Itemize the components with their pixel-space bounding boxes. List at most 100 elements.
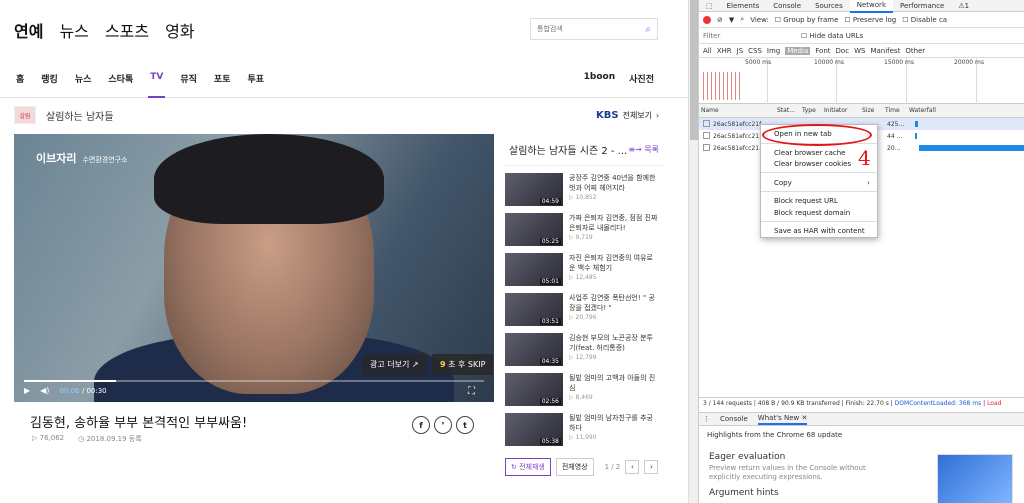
broadcaster-link[interactable]: KBS 전체보기 › xyxy=(596,110,659,121)
request-checkbox[interactable] xyxy=(703,120,710,127)
playlist-thumbnail[interactable]: 05:25 xyxy=(505,213,563,246)
column-header[interactable]: Waterfall xyxy=(909,107,936,114)
preserve-log-checkbox[interactable]: ☐ Preserve log xyxy=(844,16,896,24)
menu-item[interactable]: Clear browser cache xyxy=(774,149,846,157)
type-filter-xhr[interactable]: XHR xyxy=(717,47,732,55)
request-name[interactable]: 26ac581efcc21... xyxy=(713,133,765,140)
play-icon[interactable]: ▶ xyxy=(24,386,30,395)
scrollbar-thumb[interactable] xyxy=(690,0,698,140)
fullscreen-icon[interactable]: ⛶ xyxy=(468,386,475,397)
inspect-icon[interactable]: ⬚ xyxy=(699,0,720,12)
column-header[interactable]: Type xyxy=(802,107,816,114)
menu-item[interactable]: Clear browser cookies xyxy=(774,160,851,168)
tab-sources[interactable]: Sources xyxy=(808,0,850,12)
playlist-thumbnail[interactable]: 04:59 xyxy=(505,173,563,206)
show-title[interactable]: 살림하는 남자들 xyxy=(46,108,114,123)
nav-photo-exhibit[interactable]: 사진전 xyxy=(629,72,654,85)
category-entertainment[interactable]: 연예 xyxy=(14,18,43,42)
see-all-link[interactable]: 전체보기 xyxy=(623,110,652,121)
type-filter-css[interactable]: CSS xyxy=(748,47,762,55)
type-filter-manifest[interactable]: Manifest xyxy=(870,47,900,55)
category-news[interactable]: 뉴스 xyxy=(59,18,88,42)
tab-elements[interactable]: Elements xyxy=(720,0,767,12)
type-filter-font[interactable]: Font xyxy=(815,47,830,55)
nav-1boon[interactable]: 1boon xyxy=(584,72,615,85)
playlist-list-link[interactable]: ≡→ 목록 xyxy=(628,144,659,155)
drawer-tab-console[interactable]: Console xyxy=(720,415,748,423)
playlist-item[interactable]: 02:56 될빝 엄마의 고백과 아들의 진심 ▷ 8,469 xyxy=(505,373,663,406)
playlist-item[interactable]: 05:25 가짜 은퇴자 김연중, 점점 진짜 은퇴자로 내몰리다! ▷ 9,719 xyxy=(505,213,663,246)
playlist-item-title[interactable]: 될빝 엄마의 고백과 아들의 진심 xyxy=(569,373,659,393)
nav-startalk[interactable]: 스타톡 xyxy=(108,72,133,98)
playlist-thumbnail[interactable]: 05:38 xyxy=(505,413,563,446)
ad-more-button[interactable]: 광고 더보기 ↗ xyxy=(362,354,427,375)
column-header[interactable]: Size xyxy=(862,107,874,114)
type-filter-all[interactable]: All xyxy=(703,47,712,55)
clear-icon[interactable]: ⊘ xyxy=(717,16,723,24)
nav-tv[interactable]: TV xyxy=(148,72,166,98)
playlist-item[interactable]: 03:51 사업주 김연중 폭탄선언! " 공장을 접겠다! " ▷ 20,796 xyxy=(505,293,663,326)
playlist-thumbnail[interactable]: 05:01 xyxy=(505,253,563,286)
column-header[interactable]: Initiator xyxy=(824,107,847,114)
playlist-thumbnail[interactable]: 03:51 xyxy=(505,293,563,326)
record-icon[interactable] xyxy=(703,15,711,24)
nav-music[interactable]: 뮤직 xyxy=(180,72,197,98)
video-player[interactable]: 이브자리 수면환경연구소 광고 더보기 ↗ 9 초 후 SKIP ▶ ◀) 00:… xyxy=(14,134,494,402)
playlist-item[interactable]: 04:35 김승현 부모의 노끈공장 분투기(feat. 허리통증) ▷ 12,79… xyxy=(505,333,663,366)
playlist-thumbnail[interactable]: 02:56 xyxy=(505,373,563,406)
drawer-tab-whats-new[interactable]: What's New ✕ xyxy=(757,413,808,425)
type-filter-ws[interactable]: WS xyxy=(854,47,865,55)
tab-performance[interactable]: Performance xyxy=(893,0,951,12)
category-sports[interactable]: 스포츠 xyxy=(105,18,149,42)
menu-item[interactable]: Block request URL xyxy=(774,197,838,205)
playlist-item[interactable]: 04:59 공장주 김연중 40년을 함께한 벗과 어찌 헤어지라 ▷ 10,852 xyxy=(505,173,663,206)
kakao-share-icon[interactable]: ❜ xyxy=(434,416,452,434)
next-page-icon[interactable]: › xyxy=(644,460,659,474)
search-icon[interactable]: ⌕ xyxy=(645,24,651,35)
request-name[interactable]: 26ac581efcc21... xyxy=(713,145,765,152)
page-scrollbar[interactable] xyxy=(688,0,698,503)
menu-item[interactable]: Copy xyxy=(774,179,792,187)
category-movie[interactable]: 영화 xyxy=(165,18,194,42)
tab-network[interactable]: Network xyxy=(849,0,893,13)
playlist-item-title[interactable]: 김승현 부모의 노끈공장 분투기(feat. 허리통증) xyxy=(569,333,659,353)
volume-icon[interactable]: ◀) xyxy=(40,386,49,395)
facebook-share-icon[interactable]: f xyxy=(412,416,430,434)
menu-item[interactable]: Save as HAR with content xyxy=(774,227,865,235)
type-filter-media[interactable]: Media xyxy=(785,46,811,55)
playlist-item-title[interactable]: 자진 은퇴자 김연중의 여유로운 백수 체험기 xyxy=(569,253,659,273)
disable-cache-checkbox[interactable]: ☐ Disable ca xyxy=(902,16,947,24)
network-timeline[interactable]: 5000 ms 10000 ms 15000 ms 20000 ms xyxy=(699,58,1024,104)
progress-bar[interactable] xyxy=(24,380,484,382)
playlist-item-title[interactable]: 사업주 김연중 폭탄선언! " 공장을 접겠다! " xyxy=(569,293,659,313)
request-name[interactable]: 26ac581efcc21f... xyxy=(713,121,767,128)
group-by-frame-checkbox[interactable]: ☐ Group by frame xyxy=(775,16,839,24)
menu-item[interactable]: Block request domain xyxy=(774,209,850,217)
playlist-thumbnail[interactable]: 04:35 xyxy=(505,333,563,366)
playlist-item[interactable]: 05:38 될빝 엄마의 남자친구를 추궁하다 ▷ 11,990 xyxy=(505,413,663,446)
playlist-item-title[interactable]: 공장주 김연중 40년을 함께한 벗과 어찌 헤어지라 xyxy=(569,173,659,193)
type-filter-other[interactable]: Other xyxy=(905,47,925,55)
request-checkbox[interactable] xyxy=(703,144,710,151)
column-header[interactable]: Time xyxy=(885,107,900,114)
column-header[interactable]: Name xyxy=(701,107,719,114)
playlist-item-title[interactable]: 될빝 엄마의 남자친구를 추궁하다 xyxy=(569,413,659,433)
drawer-menu-icon[interactable]: ⋮ xyxy=(703,415,710,423)
filter-icon[interactable]: ▼ xyxy=(729,16,734,24)
filter-input[interactable] xyxy=(703,30,793,41)
nav-news[interactable]: 뉴스 xyxy=(75,72,92,98)
request-checkbox[interactable] xyxy=(703,132,710,139)
nav-photo[interactable]: 포토 xyxy=(214,72,231,98)
nav-home[interactable]: 홈 xyxy=(16,72,24,98)
full-video-button[interactable]: 전체영상 xyxy=(555,458,594,476)
show-thumbnail[interactable]: 살림 xyxy=(14,106,36,124)
playlist-item-title[interactable]: 가짜 은퇴자 김연중, 점점 진짜 은퇴자로 내몰리다! xyxy=(569,213,659,233)
warning-badge[interactable]: ⚠1 xyxy=(951,0,976,12)
type-filter-img[interactable]: Img xyxy=(767,47,780,55)
tab-console[interactable]: Console xyxy=(766,0,808,12)
type-filter-js[interactable]: JS xyxy=(737,47,744,55)
prev-page-icon[interactable]: ‹ xyxy=(625,460,640,474)
nav-ranking[interactable]: 랭킹 xyxy=(41,72,58,98)
column-header[interactable]: Stat... xyxy=(777,107,795,114)
nav-vote[interactable]: 투표 xyxy=(247,72,264,98)
